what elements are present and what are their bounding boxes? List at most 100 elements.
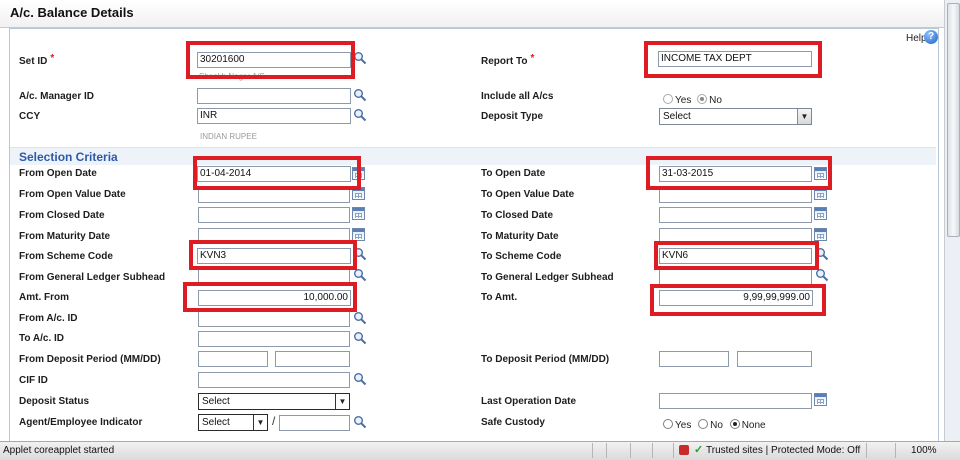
chevron-down-icon[interactable]: ▼: [335, 394, 349, 409]
ac-manager-id-label: A/c. Manager ID: [19, 91, 95, 102]
amt-from-input[interactable]: 10,000.00: [198, 290, 351, 306]
from-open-value-date-label: From Open Value Date: [19, 189, 126, 200]
from-scheme-code-input[interactable]: KVN3: [197, 248, 351, 264]
calendar-icon[interactable]: [352, 187, 365, 200]
include-all-acs-radios: Yes No: [663, 94, 722, 106]
to-amt-input[interactable]: 9,99,99,999.00: [659, 290, 813, 306]
from-gl-subhead-input[interactable]: [198, 269, 350, 285]
search-icon[interactable]: [353, 372, 367, 386]
ac-manager-id-input[interactable]: [197, 88, 351, 104]
from-open-date-label: From Open Date: [19, 168, 97, 179]
to-deposit-period-label: To Deposit Period (MM/DD): [481, 354, 610, 365]
search-icon[interactable]: [353, 51, 367, 65]
search-icon[interactable]: [353, 311, 367, 325]
status-divider: [895, 443, 896, 458]
from-deposit-period-months-input[interactable]: [198, 351, 268, 367]
from-open-date-input[interactable]: 01-04-2014: [197, 166, 351, 182]
search-icon[interactable]: [815, 268, 829, 282]
search-icon[interactable]: [353, 415, 367, 429]
to-deposit-period-days-input[interactable]: [737, 351, 812, 367]
from-deposit-period-days-input[interactable]: [275, 351, 350, 367]
to-ac-id-input[interactable]: [198, 331, 350, 347]
to-closed-date-label: To Closed Date: [481, 210, 554, 221]
to-ac-id-label: To A/c. ID: [19, 333, 64, 344]
calendar-icon[interactable]: [814, 393, 827, 406]
agent-employee-id-input[interactable]: [279, 415, 350, 431]
search-icon[interactable]: [353, 268, 367, 282]
security-zone[interactable]: Trusted sites | Protected Mode: Off: [706, 445, 860, 456]
safe-custody-no-radio[interactable]: [698, 419, 709, 429]
report-to-label: Report To *: [481, 53, 535, 67]
agent-employee-indicator-select[interactable]: Select ▼: [198, 414, 268, 431]
calendar-icon[interactable]: [814, 167, 827, 180]
status-divider: [630, 443, 631, 458]
to-scheme-code-label: To Scheme Code: [481, 251, 562, 262]
calendar-icon[interactable]: [352, 207, 365, 220]
calendar-icon[interactable]: [814, 187, 827, 200]
agent-employee-indicator-label: Agent/Employee Indicator: [19, 417, 143, 428]
from-open-value-date-input[interactable]: [198, 187, 350, 203]
window-titlebar: A/c. Balance Details: [0, 0, 944, 28]
from-ac-id-label: From A/c. ID: [19, 313, 78, 324]
calendar-icon[interactable]: [814, 207, 827, 220]
status-divider: [606, 443, 607, 458]
deposit-type-select[interactable]: Select ▼: [659, 108, 812, 125]
calendar-icon[interactable]: [352, 167, 365, 180]
search-icon[interactable]: [353, 88, 367, 102]
safe-custody-radios: Yes No None: [663, 419, 766, 431]
calendar-icon[interactable]: [814, 228, 827, 241]
include-all-yes-radio[interactable]: [663, 94, 673, 104]
search-icon[interactable]: [815, 247, 829, 261]
to-maturity-date-input[interactable]: [659, 228, 812, 244]
set-id-label: Set ID *: [19, 53, 55, 67]
set-id-hint: Shankh Nagar A/S: [199, 72, 265, 81]
ccy-hint: INDIAN RUPEE: [200, 132, 257, 141]
safe-custody-none-radio[interactable]: [729, 419, 740, 429]
to-scheme-code-input[interactable]: KVN6: [659, 248, 812, 264]
ccy-label: CCY: [19, 111, 41, 122]
to-open-value-date-input[interactable]: [659, 187, 812, 203]
deposit-status-label: Deposit Status: [19, 396, 90, 407]
to-maturity-date-label: To Maturity Date: [481, 231, 559, 242]
to-amt-label: To Amt.: [481, 292, 518, 303]
report-to-input[interactable]: INCOME TAX DEPT: [658, 51, 812, 67]
chevron-down-icon[interactable]: ▼: [797, 109, 811, 124]
from-closed-date-label: From Closed Date: [19, 210, 105, 221]
zoom-level[interactable]: 100%: [911, 445, 937, 456]
calendar-icon[interactable]: [352, 228, 365, 241]
status-message: Applet coreapplet started: [3, 445, 115, 456]
from-maturity-date-input[interactable]: [198, 228, 350, 244]
to-closed-date-input[interactable]: [659, 207, 812, 223]
window-title: A/c. Balance Details: [10, 5, 134, 20]
from-maturity-date-label: From Maturity Date: [19, 231, 111, 242]
to-open-date-label: To Open Date: [481, 168, 546, 179]
selection-criteria-header: Selection Criteria: [10, 147, 936, 165]
chevron-down-icon[interactable]: ▼: [253, 415, 267, 430]
cif-id-input[interactable]: [198, 372, 350, 388]
to-deposit-period-months-input[interactable]: [659, 351, 729, 367]
from-closed-date-input[interactable]: [198, 207, 350, 223]
safe-custody-yes-radio[interactable]: [663, 419, 673, 429]
scrollbar-thumb[interactable]: [947, 3, 960, 237]
deposit-status-select[interactable]: Select ▼: [198, 393, 350, 410]
from-gl-subhead-label: From General Ledger Subhead: [19, 272, 166, 283]
search-icon[interactable]: [353, 247, 367, 261]
include-all-no-radio[interactable]: [697, 94, 708, 104]
last-operation-date-input[interactable]: [659, 393, 812, 409]
from-ac-id-input[interactable]: [198, 311, 350, 327]
vertical-scrollbar[interactable]: [944, 0, 960, 441]
status-bar: Applet coreapplet started ✓ Trusted site…: [0, 441, 960, 460]
help-icon[interactable]: ?: [924, 30, 938, 44]
popup-blocked-icon[interactable]: [679, 445, 689, 455]
search-icon[interactable]: [353, 331, 367, 345]
ccy-input[interactable]: INR: [197, 108, 351, 124]
status-divider: [652, 443, 653, 458]
status-divider: [866, 443, 867, 458]
to-gl-subhead-label: To General Ledger Subhead: [481, 272, 614, 283]
set-id-input[interactable]: 30201600: [197, 52, 351, 68]
to-open-date-input[interactable]: 31-03-2015: [659, 166, 812, 182]
search-icon[interactable]: [353, 108, 367, 122]
status-divider: [673, 443, 674, 458]
deposit-type-label: Deposit Type: [481, 111, 544, 122]
to-gl-subhead-input[interactable]: [659, 269, 812, 285]
